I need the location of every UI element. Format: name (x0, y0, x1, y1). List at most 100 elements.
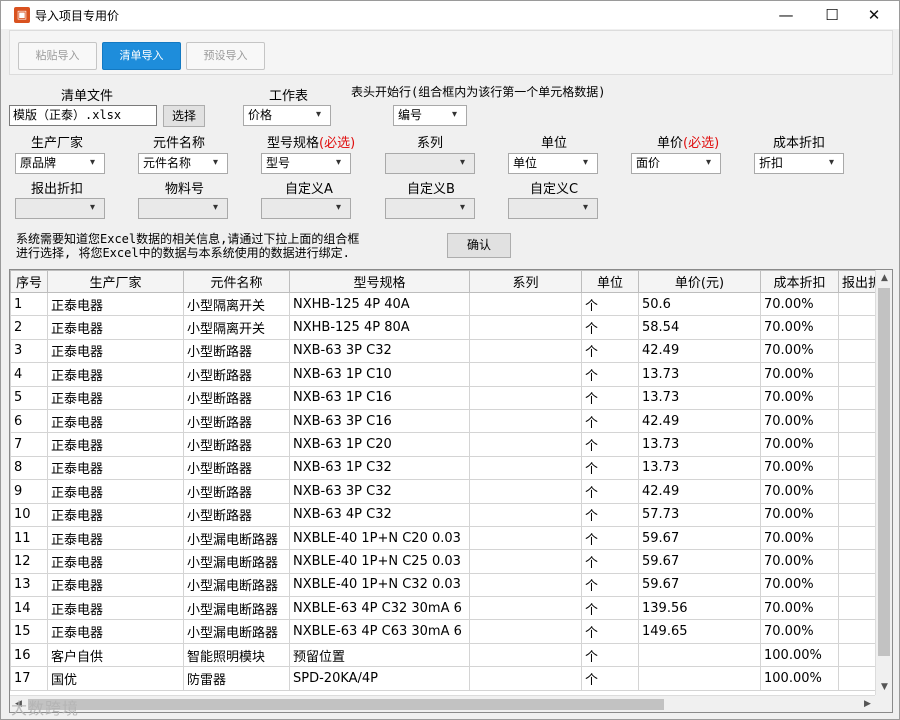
table-cell[interactable]: 59.67 (638, 549, 761, 574)
table-cell[interactable]: 8 (10, 455, 48, 481)
horizontal-scroll-thumb[interactable] (28, 699, 664, 710)
table-cell[interactable] (469, 432, 582, 457)
table-cell[interactable]: 小型断路器 (183, 338, 290, 364)
table-cell[interactable]: 小型断路器 (183, 408, 290, 434)
table-cell[interactable]: 59.67 (638, 572, 761, 598)
table-cell[interactable]: 70.00% (760, 455, 839, 481)
custom-c-select[interactable]: ▾ (508, 198, 598, 219)
column-header[interactable]: 成本折扣 (760, 270, 839, 293)
table-cell[interactable] (469, 479, 582, 504)
vertical-scroll-thumb[interactable] (878, 288, 890, 656)
vertical-scrollbar[interactable]: ▲ ▼ (875, 270, 892, 696)
table-cell[interactable]: 正泰电器 (47, 596, 184, 621)
table-cell[interactable] (469, 338, 582, 364)
table-cell[interactable]: 个 (581, 572, 639, 598)
table-cell[interactable]: 正泰电器 (47, 525, 184, 551)
table-row[interactable]: 9 正泰电器 小型断路器 NXB-63 3P C32 个 42.49 70.00% (10, 479, 886, 504)
table-cell[interactable]: 9 (10, 479, 48, 504)
table-cell[interactable]: 13.73 (638, 385, 761, 410)
close-button[interactable]: ✕ (851, 1, 897, 29)
table-cell[interactable]: 小型断路器 (183, 455, 290, 481)
table-cell[interactable]: 小型断路器 (183, 362, 290, 387)
select-file-button[interactable]: 选择 (163, 105, 205, 127)
preset-import-button[interactable]: 预设导入 (186, 42, 265, 70)
table-row[interactable]: 17 国优 防雷器 SPD-20KA/4P 个 100.00% (10, 666, 886, 691)
table-cell[interactable]: 1 (10, 291, 48, 317)
table-cell[interactable]: 6 (10, 408, 48, 434)
table-cell[interactable] (469, 502, 582, 527)
table-cell[interactable]: 42.49 (638, 408, 761, 434)
table-cell[interactable]: NXBLE-40 1P+N C32 0.03 (289, 572, 470, 598)
table-cell[interactable] (469, 572, 582, 598)
table-cell[interactable]: NXBLE-40 1P+N C20 0.03 (289, 525, 470, 551)
table-row[interactable]: 5 正泰电器 小型断路器 NXB-63 1P C16 个 13.73 70.00% (10, 385, 886, 410)
table-cell[interactable]: 个 (581, 596, 639, 621)
table-cell[interactable]: 小型隔离开关 (183, 291, 290, 317)
table-cell[interactable]: 70.00% (760, 385, 839, 410)
table-cell[interactable]: SPD-20KA/4P (289, 666, 470, 691)
header-row-select[interactable]: 编号 ▾ (393, 105, 467, 126)
table-cell[interactable]: 13.73 (638, 362, 761, 387)
cost-discount-select[interactable]: 折扣 ▾ (754, 153, 844, 174)
table-cell[interactable]: 正泰电器 (47, 502, 184, 527)
table-cell[interactable]: 智能照明模块 (183, 642, 290, 668)
table-cell[interactable]: 70.00% (760, 572, 839, 598)
table-row[interactable]: 11 正泰电器 小型漏电断路器 NXBLE-40 1P+N C20 0.03 个 59.6… (10, 525, 886, 551)
table-cell[interactable]: 个 (581, 432, 639, 457)
table-cell[interactable]: 正泰电器 (47, 408, 184, 434)
table-row[interactable]: 13 正泰电器 小型漏电断路器 NXBLE-40 1P+N C32 0.03 个 59.6… (10, 572, 886, 598)
table-cell[interactable]: 个 (581, 291, 639, 317)
table-cell[interactable] (469, 408, 582, 434)
table-cell[interactable] (469, 549, 582, 574)
table-cell[interactable]: 个 (581, 362, 639, 387)
table-cell[interactable]: 小型断路器 (183, 385, 290, 410)
table-cell[interactable]: 14 (10, 596, 48, 621)
scroll-up-icon[interactable]: ▲ (876, 270, 892, 287)
table-cell[interactable]: 70.00% (760, 432, 839, 457)
table-cell[interactable]: 12 (10, 549, 48, 574)
table-cell[interactable]: 客户自供 (47, 642, 184, 668)
table-cell[interactable]: NXHB-125 4P 40A (289, 291, 470, 317)
table-cell[interactable]: 个 (581, 315, 639, 340)
table-cell[interactable]: 13.73 (638, 432, 761, 457)
table-cell[interactable]: 70.00% (760, 619, 839, 644)
title-bar[interactable]: ▣ 导入项目专用价 — ☐ ✕ (1, 1, 899, 29)
confirm-button[interactable]: 确认 (447, 233, 511, 258)
table-row[interactable]: 7 正泰电器 小型断路器 NXB-63 1P C20 个 13.73 70.00% (10, 432, 886, 457)
model-select[interactable]: 型号 ▾ (261, 153, 351, 174)
table-cell[interactable]: 70.00% (760, 502, 839, 527)
table-row[interactable]: 3 正泰电器 小型断路器 NXB-63 3P C32 个 42.49 70.00% (10, 338, 886, 364)
table-cell[interactable]: 正泰电器 (47, 291, 184, 317)
column-header[interactable]: 单价(元) (638, 270, 761, 293)
table-cell[interactable] (469, 642, 582, 668)
table-cell[interactable]: 13.73 (638, 455, 761, 481)
table-cell[interactable]: 个 (581, 666, 639, 691)
manufacturer-select[interactable]: 原品牌 ▾ (15, 153, 105, 174)
table-cell[interactable]: 57.73 (638, 502, 761, 527)
table-cell[interactable]: 2 (10, 315, 48, 340)
table-cell[interactable]: 小型漏电断路器 (183, 596, 290, 621)
table-cell[interactable]: 小型断路器 (183, 432, 290, 457)
table-cell[interactable]: 13 (10, 572, 48, 598)
table-cell[interactable]: 个 (581, 502, 639, 527)
table-cell[interactable]: 小型漏电断路器 (183, 619, 290, 644)
table-row[interactable]: 15 正泰电器 小型漏电断路器 NXBLE-63 4P C63 30mA 6 个 149.… (10, 619, 886, 644)
table-cell[interactable]: 17 (10, 666, 48, 691)
table-cell[interactable]: 防雷器 (183, 666, 290, 691)
table-cell[interactable]: 4 (10, 362, 48, 387)
table-cell[interactable] (469, 619, 582, 644)
table-row[interactable]: 14 正泰电器 小型漏电断路器 NXBLE-63 4P C32 30mA 6 个 139.… (10, 596, 886, 621)
unit-select[interactable]: 单位 ▾ (508, 153, 598, 174)
column-header[interactable]: 生产厂家 (47, 270, 184, 293)
component-select[interactable]: 元件名称 ▾ (138, 153, 228, 174)
table-cell[interactable]: 70.00% (760, 315, 839, 340)
table-cell[interactable]: NXB-63 1P C32 (289, 455, 470, 481)
table-cell[interactable]: 5 (10, 385, 48, 410)
table-cell[interactable]: 小型漏电断路器 (183, 549, 290, 574)
table-cell[interactable]: 100.00% (760, 666, 839, 691)
paste-import-button[interactable]: 粘贴导入 (18, 42, 97, 70)
table-cell[interactable]: 16 (10, 642, 48, 668)
table-cell[interactable]: NXB-63 1P C16 (289, 385, 470, 410)
quote-discount-select[interactable]: ▾ (15, 198, 105, 219)
table-row[interactable]: 2 正泰电器 小型隔离开关 NXHB-125 4P 80A 个 58.54 70.00% (10, 315, 886, 340)
